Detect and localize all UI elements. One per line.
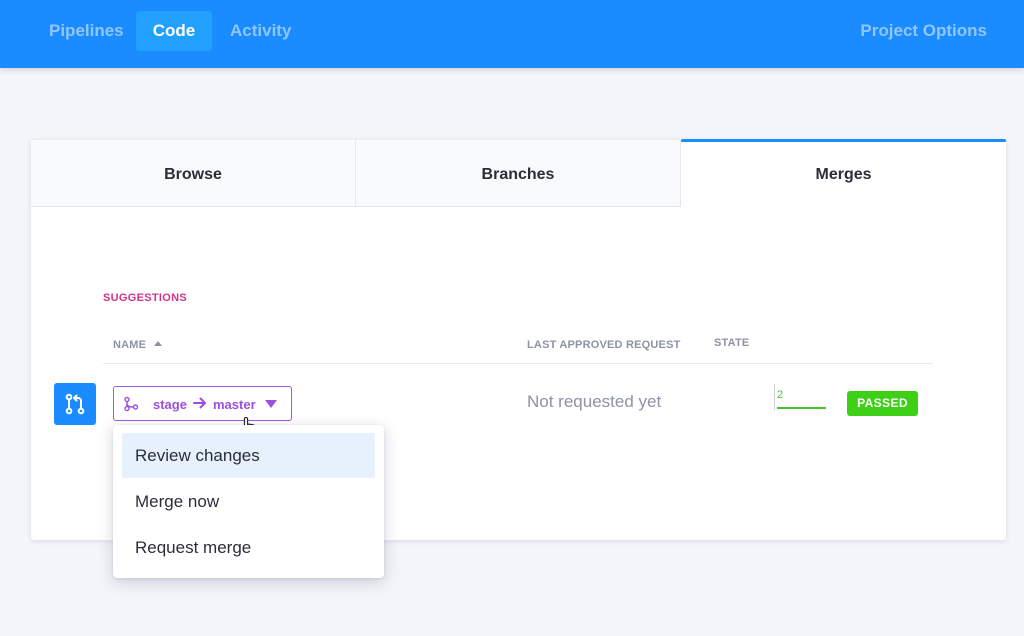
branch-merge-select[interactable]: stage master — [113, 386, 292, 421]
status-badge: PASSED — [847, 391, 918, 416]
state-count-bar — [777, 407, 826, 409]
header-divider — [103, 363, 933, 364]
tab-merges-label: Merges — [815, 166, 872, 183]
nav-pipelines[interactable]: Pipelines — [32, 11, 141, 51]
pull-request-button[interactable] — [54, 383, 96, 425]
source-branch: stage — [153, 397, 187, 412]
menu-item-review-changes[interactable]: Review changes — [122, 433, 375, 478]
column-header-name-label: NAME — [113, 339, 147, 351]
active-tab-indicator — [681, 139, 1006, 142]
column-header-last-approved: LAST APPROVED REQUEST — [527, 339, 681, 351]
column-header-name[interactable]: NAME — [113, 339, 163, 351]
sort-ascending-icon — [154, 341, 163, 346]
target-branch: master — [213, 397, 256, 412]
state-count: 2 — [774, 384, 826, 410]
merge-actions-menu: Review changes Merge now Request merge — [113, 425, 384, 578]
nav-code[interactable]: Code — [136, 11, 212, 51]
menu-item-request-merge[interactable]: Request merge — [122, 525, 375, 570]
column-header-state: STATE — [714, 337, 750, 349]
branch-icon — [124, 396, 139, 412]
nav-activity[interactable]: Activity — [213, 11, 308, 51]
project-options-link[interactable]: Project Options — [843, 11, 1004, 51]
top-nav-bar: Pipelines Code Activity Project Options — [0, 0, 1024, 68]
tab-branches[interactable]: Branches — [356, 140, 681, 207]
code-tabs: Browse Branches Merges — [31, 139, 1006, 207]
tab-merges[interactable]: Merges — [681, 139, 1006, 207]
caret-down-icon — [265, 400, 277, 408]
section-title: SUGGESTIONS — [103, 292, 187, 304]
arrow-right-icon — [193, 397, 206, 409]
menu-item-merge-now[interactable]: Merge now — [122, 479, 375, 524]
state-count-value: 2 — [777, 389, 784, 401]
last-approved-request-value: Not requested yet — [527, 392, 662, 411]
pull-request-icon — [65, 393, 85, 415]
tab-browse[interactable]: Browse — [31, 140, 356, 207]
